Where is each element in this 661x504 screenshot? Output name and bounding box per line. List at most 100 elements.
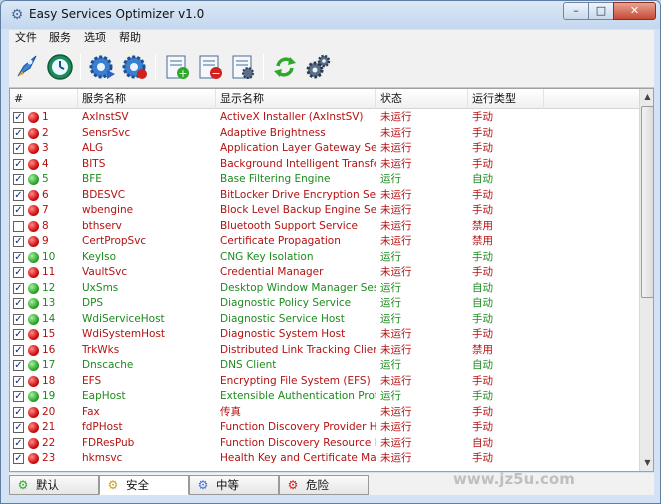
table-row[interactable]: ✓ 10 KeyIso CNG Key Isolation 运行 手动	[10, 250, 639, 266]
row-checkbox[interactable]: ✓	[13, 189, 24, 201]
table-row[interactable]: ✓ 6 BDESVC BitLocker Drive Encryption Servi…	[10, 188, 639, 204]
row-checkbox[interactable]	[13, 220, 24, 232]
table-row[interactable]: ✓ 18 EFS Encrypting File System (EFS) 未运行 手动	[10, 374, 639, 390]
row-checkbox[interactable]: ✓	[13, 313, 24, 325]
startup-type: 自动	[472, 359, 493, 371]
table-row[interactable]: ✓ 19 EapHost Extensible Authentication Prot…	[10, 389, 639, 405]
row-checkbox[interactable]: ✓	[13, 298, 24, 309]
menu-options[interactable]: 选项	[80, 30, 110, 46]
status-dot-icon	[28, 251, 39, 263]
service-name: DPS	[82, 297, 104, 309]
table-row[interactable]: ✓ 22 FDResPub Function Discovery Resource P…	[10, 436, 639, 452]
close-button[interactable]: ✕	[613, 2, 656, 20]
row-checkbox[interactable]: ✓	[13, 282, 24, 294]
row-checkbox[interactable]: ✓	[13, 375, 24, 387]
row-checkbox[interactable]: ✓	[13, 344, 24, 356]
service-status: 未运行	[380, 343, 412, 356]
table-row[interactable]: ✓ 14 WdiServiceHost Diagnostic Service Host…	[10, 312, 639, 328]
set-manual-button[interactable]	[228, 52, 258, 82]
service-name: BFE	[82, 173, 102, 185]
table-row[interactable]: ✓ 9 CertPropSvc Certificate Propagation 未运行 禁…	[10, 234, 639, 250]
table-row[interactable]: ✓ 16 TrkWks Distributed Link Tracking Clien…	[10, 343, 639, 359]
row-checkbox[interactable]: ✓	[13, 267, 24, 278]
row-checkbox[interactable]: ✓	[13, 158, 24, 170]
table-row[interactable]: ✓ 12 UxSms Desktop Window Manager Sess... 运行…	[10, 281, 639, 297]
display-name: Application Layer Gateway Ser...	[220, 142, 376, 154]
row-checkbox[interactable]: ✓	[13, 143, 24, 154]
row-checkbox[interactable]: ✓	[13, 127, 24, 139]
service-name: WdiServiceHost	[82, 312, 165, 325]
table-row[interactable]: ✓ 1 AxInstSV ActiveX Installer (AxInstSV) 未运…	[10, 110, 639, 126]
row-number: 3	[42, 142, 49, 154]
row-number: 23	[42, 452, 56, 464]
table-row[interactable]: ✓ 4 BITS Background Intelligent Transfer...…	[10, 157, 639, 173]
menu-file[interactable]: 文件	[11, 30, 41, 46]
table-row[interactable]: ✓ 11 VaultSvc Credential Manager 未运行 手动	[10, 265, 639, 281]
scroll-down-icon[interactable]: ▼	[641, 455, 653, 470]
optimize-button[interactable]	[12, 52, 42, 82]
services-settings-button[interactable]	[303, 52, 333, 82]
row-checkbox[interactable]: ✓	[13, 391, 24, 402]
row-number: 16	[42, 343, 56, 356]
table-row[interactable]: ✓ 13 DPS Diagnostic Policy Service 运行 自动	[10, 296, 639, 312]
set-auto-button[interactable]: +	[162, 52, 192, 82]
row-checkbox[interactable]: ✓	[13, 329, 24, 340]
tab-danger[interactable]: ⚙ 危险	[279, 475, 369, 495]
row-checkbox[interactable]: ✓	[13, 174, 24, 185]
table-row[interactable]: ✓ 21 fdPHost Function Discovery Provider Ho…	[10, 420, 639, 436]
startup-type: 手动	[472, 405, 493, 418]
tab-medium[interactable]: ⚙ 中等	[189, 475, 279, 495]
table-row[interactable]: ✓ 7 wbengine Block Level Backup Engine Serv…	[10, 203, 639, 219]
service-status: 未运行	[380, 266, 412, 278]
table-row[interactable]: ✓ 17 Dnscache DNS Client 运行 自动	[10, 358, 639, 374]
table-row[interactable]: 8 bthserv Bluetooth Support Service 未运行 禁用	[10, 219, 639, 235]
row-checkbox[interactable]: ✓	[13, 251, 24, 263]
table-row[interactable]: ✓ 3 ALG Application Layer Gateway Ser... 未运行…	[10, 141, 639, 157]
tab-label: 中等	[216, 478, 239, 492]
start-service-button[interactable]	[87, 52, 117, 82]
row-checkbox[interactable]: ✓	[13, 236, 24, 247]
row-checkbox[interactable]: ✓	[13, 406, 24, 418]
services-list[interactable]: # 服务名称 显示名称 状态 运行类型 ✓ 1 AxInstSV ActiveX In…	[9, 88, 654, 472]
set-disabled-button[interactable]: −	[195, 52, 225, 82]
row-checkbox[interactable]: ✓	[13, 453, 24, 464]
menu-service[interactable]: 服务	[45, 30, 75, 46]
status-dot-icon	[28, 344, 39, 356]
scroll-up-icon[interactable]: ▲	[641, 89, 653, 104]
startup-type: 手动	[472, 142, 493, 154]
title-bar[interactable]: ⚙ Easy Services Optimizer v1.0 – □ ✕	[1, 1, 660, 29]
row-checkbox[interactable]: ✓	[13, 205, 24, 216]
row-checkbox[interactable]: ✓	[13, 112, 24, 123]
tab-default[interactable]: ⚙ 默认	[9, 475, 99, 495]
display-name: Encrypting File System (EFS)	[220, 374, 371, 387]
row-number: 12	[42, 281, 56, 294]
startup-type: 手动	[472, 328, 493, 340]
display-name: Bluetooth Support Service	[220, 219, 358, 232]
restore-button[interactable]	[45, 52, 75, 82]
refresh-button[interactable]	[270, 52, 300, 82]
table-row[interactable]: ✓ 2 SensrSvc Adaptive Brightness 未运行 手动	[10, 126, 639, 142]
table-row[interactable]: ✓ 5 BFE Base Filtering Engine 运行 自动	[10, 172, 639, 188]
service-name: SensrSvc	[82, 126, 131, 139]
row-checkbox[interactable]: ✓	[13, 422, 24, 433]
vertical-scrollbar[interactable]: ▲ ▼	[639, 89, 653, 471]
refresh-icon	[274, 57, 296, 77]
table-row[interactable]: ✓ 20 Fax 传真 未运行 手动	[10, 405, 639, 421]
scrollbar-thumb[interactable]	[641, 106, 653, 298]
row-checkbox[interactable]: ✓	[13, 360, 24, 371]
menu-help[interactable]: 帮助	[115, 30, 145, 46]
column-header-num[interactable]: #	[10, 89, 78, 109]
column-header-status[interactable]: 状态	[376, 89, 468, 109]
display-name: BitLocker Drive Encryption Service	[220, 188, 376, 201]
service-name: BITS	[82, 157, 106, 170]
row-checkbox[interactable]: ✓	[13, 437, 24, 449]
column-header-service-name[interactable]: 服务名称	[78, 89, 216, 109]
maximize-button[interactable]: □	[588, 2, 614, 20]
table-row[interactable]: ✓ 23 hkmsvc Health Key and Certificate Man.…	[10, 451, 639, 467]
stop-service-button[interactable]	[120, 52, 150, 82]
tab-safe[interactable]: ⚙ 安全	[99, 475, 189, 495]
column-header-display-name[interactable]: 显示名称	[216, 89, 376, 109]
column-header-startup-type[interactable]: 运行类型	[468, 89, 544, 109]
table-row[interactable]: ✓ 15 WdiSystemHost Diagnostic System Host 未运…	[10, 327, 639, 343]
minimize-button[interactable]: –	[563, 2, 589, 20]
